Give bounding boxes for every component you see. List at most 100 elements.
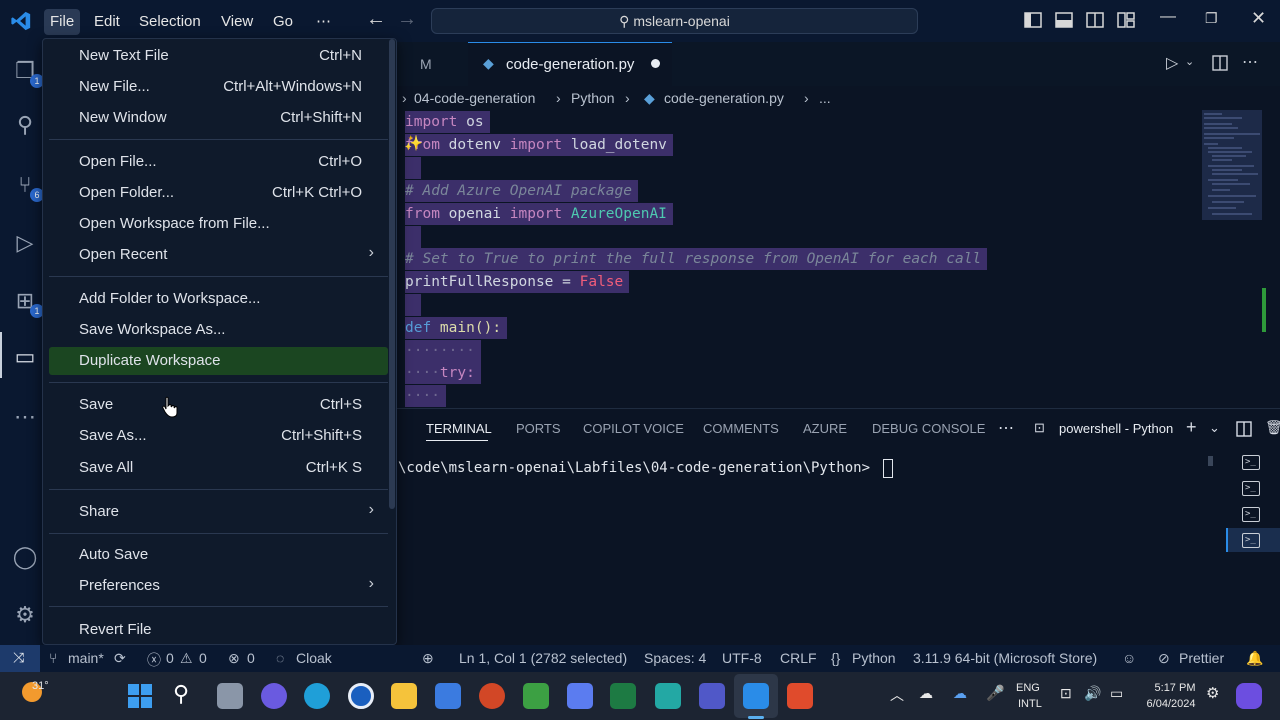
vscode-icon[interactable] [743, 683, 769, 709]
indentation[interactable]: Spaces: 4 [644, 650, 706, 666]
camtasia-icon[interactable] [523, 683, 549, 709]
manage-gear-icon[interactable]: ⚙ [12, 602, 38, 628]
menu-selection[interactable]: Selection [133, 9, 207, 35]
menu-item-open-workspace[interactable]: Open Workspace from File... [49, 210, 388, 238]
menu-item-new-file[interactable]: New File... Ctrl+Alt+Windows+N [49, 73, 388, 101]
search-icon[interactable]: ⚲ [12, 112, 38, 138]
menu-item-open-folder[interactable]: Open Folder... Ctrl+K Ctrl+O [49, 179, 388, 207]
menu-item-save-workspace-as[interactable]: Save Workspace As... [49, 316, 388, 344]
new-terminal-icon[interactable]: + [1186, 417, 1197, 438]
error-count[interactable]: 0 [166, 650, 174, 666]
encoding[interactable]: UTF-8 [722, 650, 762, 666]
sync-icon[interactable]: ⟳ [114, 650, 126, 667]
menu-go[interactable]: Go [267, 9, 299, 35]
notification-center-icon[interactable]: ⚙ [1206, 684, 1219, 702]
menu-item-new-text-file[interactable]: New Text File Ctrl+N [49, 42, 388, 70]
terminal[interactable]: \code\mslearn-openai\Labfiles\04-code-ge… [396, 448, 1226, 645]
menu-item-save-as[interactable]: Save As... Ctrl+Shift+S [49, 422, 388, 450]
battery-icon[interactable]: ▭ [1110, 685, 1123, 702]
terminal-scrollbar[interactable] [1208, 456, 1213, 466]
terminal-instance-icon[interactable]: >_ [1242, 533, 1260, 548]
clock-date[interactable]: 6/04/2024 [1140, 698, 1202, 710]
clock-time[interactable]: 5:17 PM [1150, 682, 1200, 694]
warning-count[interactable]: 0 [199, 650, 207, 666]
chat-icon[interactable]: ▭ [12, 344, 38, 370]
menu-item-revert-file[interactable]: Revert File [49, 616, 388, 644]
file-explorer-icon[interactable] [391, 683, 417, 709]
terminal-instance-icon[interactable]: >_ [1242, 507, 1260, 522]
notifications-bell-icon[interactable]: 🔔 [1246, 650, 1263, 667]
accounts-icon[interactable]: ◯ [12, 544, 38, 570]
language-mode[interactable]: Python [852, 650, 896, 666]
customize-layout-icon[interactable] [1117, 12, 1135, 28]
minimize-icon[interactable]: — [1160, 8, 1176, 26]
forward-arrow-icon[interactable]: → [397, 8, 417, 31]
tab-inactive[interactable]: M [396, 42, 466, 86]
tab-code-generation[interactable]: ◆ code-generation.py [468, 42, 672, 86]
trash-icon[interactable]: 🗑 [1265, 419, 1280, 436]
remote-indicator[interactable]: ⤨ [0, 645, 40, 672]
menu-scrollbar[interactable] [389, 39, 395, 509]
menu-item-share[interactable]: Share › [49, 498, 388, 526]
weather-temp[interactable]: 31° [32, 680, 49, 692]
copilot-icon[interactable]: ☺ [1122, 650, 1136, 666]
run-dropdown-icon[interactable]: ⌄ [1185, 55, 1194, 68]
camtasia-recorder-icon[interactable] [787, 683, 813, 709]
menu-view[interactable]: View [215, 9, 259, 35]
excel-icon[interactable] [610, 683, 636, 709]
tray-overflow-icon[interactable]: ︿ [890, 685, 904, 705]
copilot-app-icon[interactable] [567, 683, 593, 709]
breadcrumb-file[interactable]: code-generation.py [664, 86, 784, 110]
toggle-panel-icon[interactable] [1055, 12, 1073, 28]
tab-debug-console[interactable]: DEBUG CONSOLE [872, 421, 985, 436]
vscode-insiders-icon[interactable] [655, 683, 681, 709]
tab-copilot-voice[interactable]: COPILOT VOICE [583, 421, 684, 436]
cursor-position[interactable]: Ln 1, Col 1 (2782 selected) [459, 650, 627, 666]
terminal-name[interactable]: powershell - Python [1059, 421, 1173, 436]
prettier-label[interactable]: Prettier [1179, 650, 1224, 666]
more-views-icon[interactable]: ⋯ [12, 404, 38, 430]
microsoft-store-icon[interactable] [435, 683, 461, 709]
python-interpreter[interactable]: 3.11.9 64-bit (Microsoft Store) [913, 650, 1097, 666]
branch-name[interactable]: main* [68, 650, 104, 666]
panel-more-icon[interactable]: ⋯ [998, 418, 1014, 438]
split-editor-icon[interactable] [1212, 55, 1228, 71]
breadcrumb-more[interactable]: ... [819, 86, 831, 110]
terminal-dropdown-icon[interactable]: ⌄ [1209, 420, 1220, 436]
close-icon[interactable]: ✕ [1251, 8, 1266, 29]
onedrive-cloud-icon[interactable]: ☁ [919, 685, 933, 702]
vscode-logo-icon[interactable] [10, 10, 32, 32]
teams-new-icon[interactable] [699, 683, 725, 709]
run-debug-icon[interactable]: ▷ [12, 230, 38, 256]
run-python-icon[interactable]: ▷ [1166, 53, 1178, 73]
menu-item-open-file[interactable]: Open File... Ctrl+O [49, 148, 388, 176]
menu-more[interactable]: ⋯ [310, 9, 337, 35]
keyboard-lang[interactable]: ENG [1016, 682, 1040, 694]
terminal-instance-icon[interactable]: >_ [1242, 455, 1260, 470]
command-center-search[interactable]: ⚲ mslearn-openai [431, 8, 918, 34]
tab-comments[interactable]: COMMENTS [703, 421, 779, 436]
menu-item-add-folder[interactable]: Add Folder to Workspace... [49, 285, 388, 313]
code-editor[interactable]: import os from dotenv import load_dotenv… [396, 110, 1202, 408]
microphone-icon[interactable]: 🎤 [986, 684, 1005, 702]
split-terminal-icon[interactable] [1236, 421, 1252, 437]
menu-item-preferences[interactable]: Preferences › [49, 572, 388, 600]
sparkle-icon[interactable]: ✨ [404, 134, 423, 152]
menu-item-auto-save[interactable]: Auto Save [49, 541, 388, 569]
menu-item-save[interactable]: Save Ctrl+S [49, 391, 388, 419]
minimap[interactable] [1202, 110, 1266, 408]
powerpoint-icon[interactable] [479, 683, 505, 709]
menu-file[interactable]: File [44, 9, 81, 35]
toggle-primary-sidebar-icon[interactable] [1024, 12, 1042, 28]
editor-more-icon[interactable]: ⋯ [1242, 52, 1258, 72]
tab-terminal[interactable]: TERMINAL [426, 421, 492, 436]
tab-ports[interactable]: PORTS [516, 421, 561, 436]
toggle-secondary-sidebar-icon[interactable] [1086, 12, 1104, 28]
menu-item-new-window[interactable]: New Window Ctrl+Shift+N [49, 104, 388, 132]
vpn-icon[interactable]: ☁ [953, 685, 967, 702]
ports-count[interactable]: 0 [247, 650, 255, 666]
breadcrumb-folder[interactable]: 04-code-generation [414, 86, 535, 110]
volume-icon[interactable]: 🔊 [1084, 685, 1101, 702]
tab-azure[interactable]: AZURE [803, 421, 847, 436]
back-arrow-icon[interactable]: ← [366, 8, 386, 31]
